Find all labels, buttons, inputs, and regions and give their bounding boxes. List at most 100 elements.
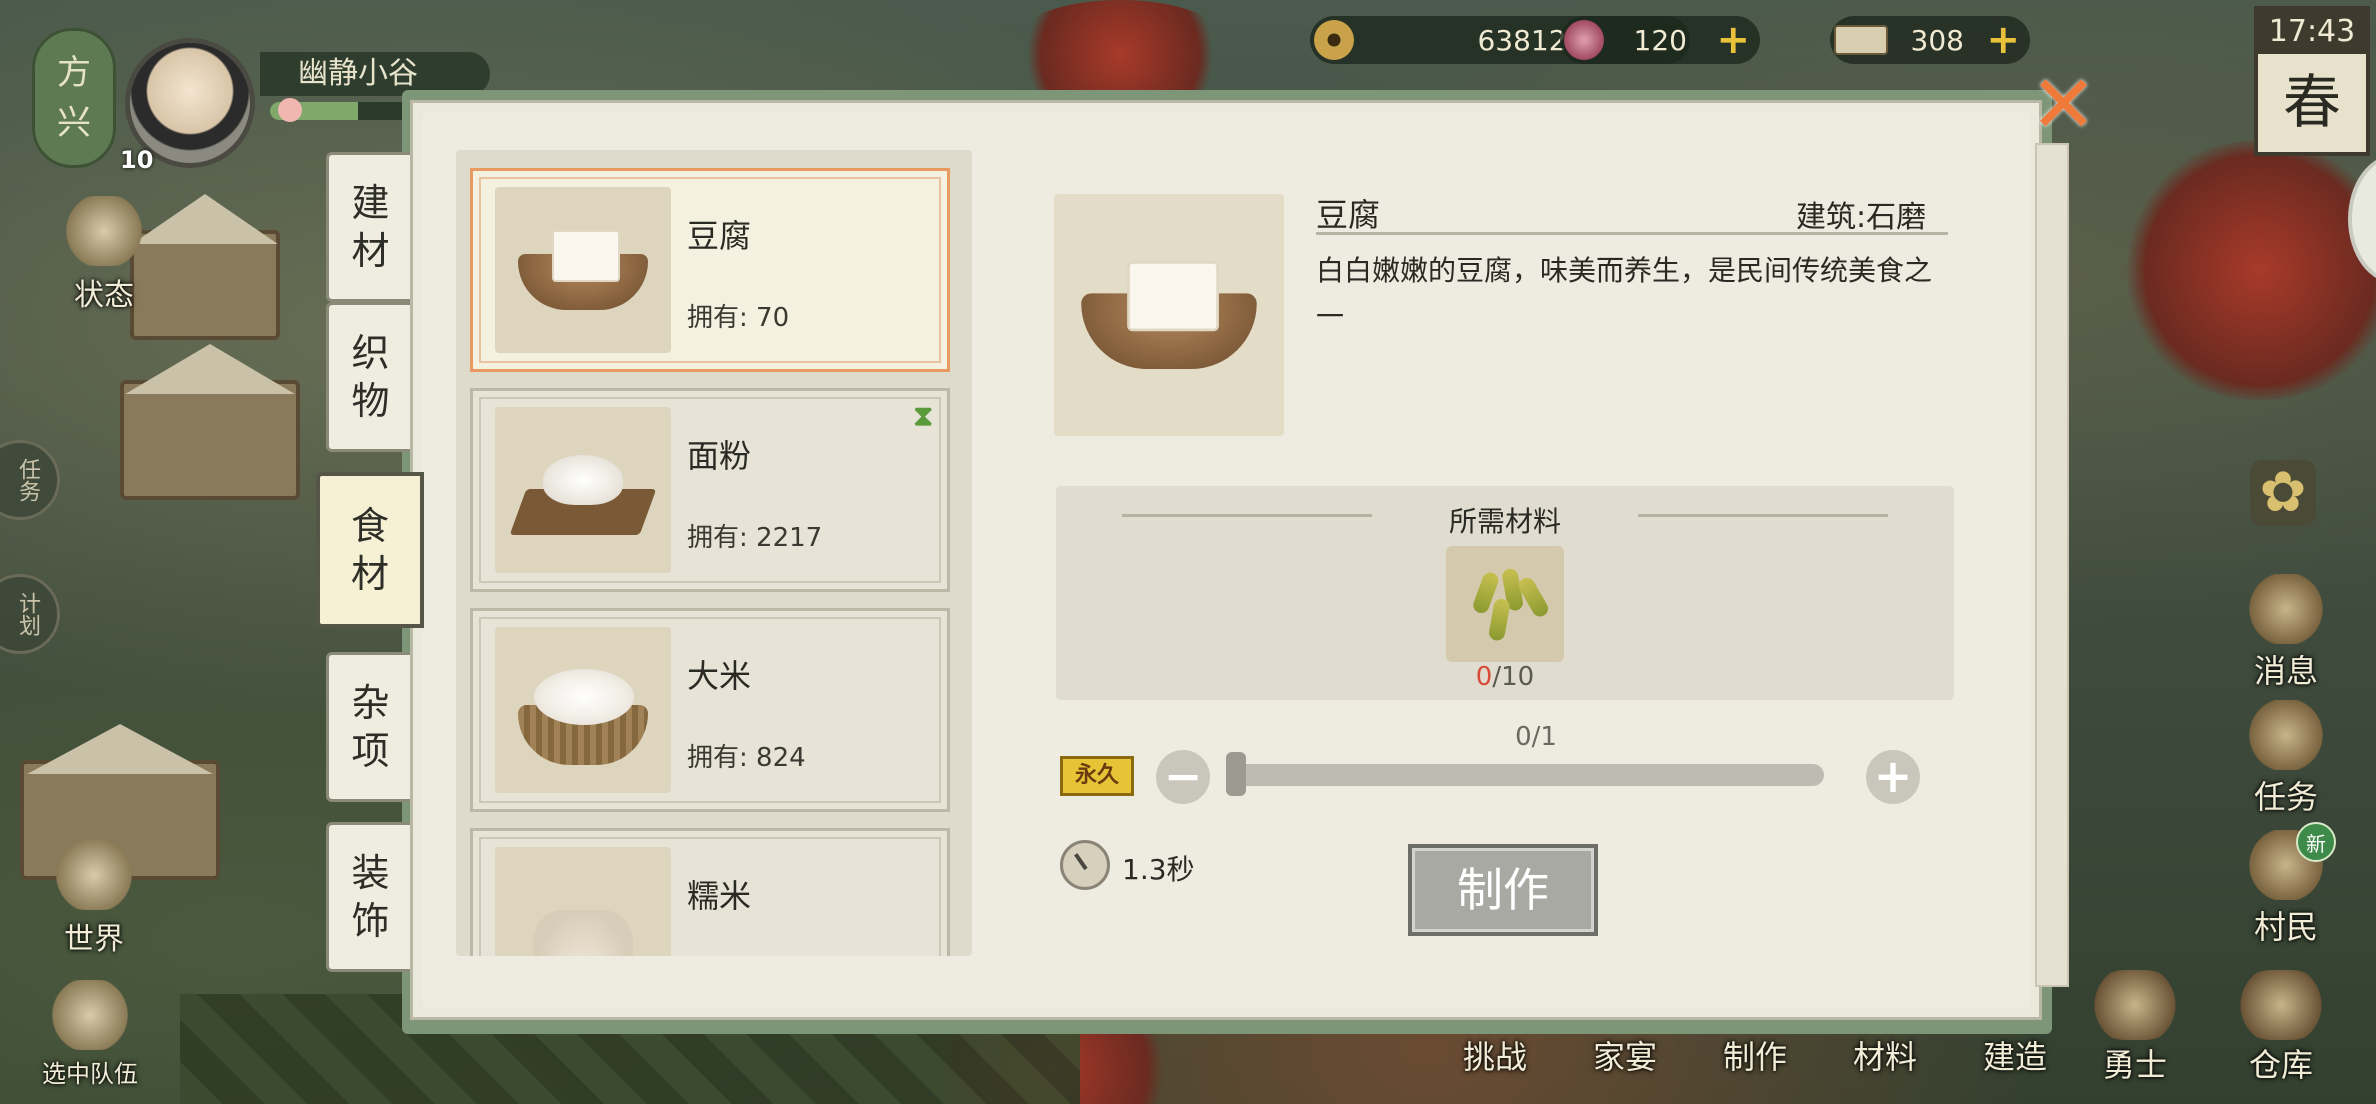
item-name: 豆腐 (687, 217, 752, 255)
warrior-icon (2090, 970, 2180, 1040)
detail-building: 建筑:石磨 (1796, 200, 1927, 235)
ticket-icon (1834, 25, 1888, 55)
tab-char: 织 (351, 331, 390, 375)
hourglass-icon: ⧗ (913, 399, 933, 432)
tab-textiles[interactable]: 织 物 (326, 302, 412, 452)
nav-challenge[interactable]: 挑战 (1460, 1032, 1530, 1078)
bottom-nav: 挑战 家宴 制作 材料 建造 (1460, 1032, 2050, 1078)
status-label: 状态 (74, 278, 134, 313)
tasks-button[interactable]: 任务 (2236, 700, 2336, 818)
game-time: 17:43 (2258, 10, 2366, 54)
red-tree (2120, 140, 2376, 400)
clock-icon (1060, 840, 1110, 890)
tofu-bowl-graphic (1081, 261, 1257, 369)
tofu-icon (495, 187, 671, 353)
list-item-glutinous-rice[interactable]: 糯米 (470, 828, 950, 956)
messages-icon (2248, 574, 2324, 644)
status-icon (64, 196, 144, 266)
tab-building-materials[interactable]: 建 材 (326, 152, 412, 302)
coin-icon (1314, 20, 1354, 60)
decrease-button[interactable]: − (1156, 750, 1210, 804)
required-materials-panel: 所需材料 0/10 (1056, 486, 1954, 700)
rice-icon (495, 627, 671, 793)
tofu-bowl-graphic (518, 230, 648, 310)
nav-craft[interactable]: 制作 (1720, 1032, 1790, 1078)
tab-char: 装 (351, 851, 390, 895)
divider (1316, 232, 1948, 235)
tab-decorations[interactable]: 装 饰 (326, 822, 412, 972)
list-item-rice[interactable]: 大米 拥有: 824 (470, 608, 950, 812)
detail-description: 白白嫩嫩的豆腐，味美而养生，是民间传统美食之一 (1316, 254, 1933, 333)
time-season-box: 17:43 春 (2254, 6, 2370, 156)
rice-graphic (518, 655, 648, 765)
jade-icon (1564, 20, 1604, 60)
warehouse-icon (2236, 970, 2326, 1040)
tab-char: 物 (351, 379, 390, 423)
soybean-icon (1465, 559, 1551, 649)
quantity-slider[interactable] (1232, 764, 1824, 786)
tab-char: 建 (351, 181, 390, 225)
region-badge[interactable]: 方 兴 (32, 28, 116, 168)
tab-char: 杂 (351, 681, 390, 725)
warehouse-button[interactable]: 仓库 (2226, 970, 2336, 1086)
warehouse-label: 仓库 (2248, 1046, 2313, 1084)
world-button[interactable]: 世界 (44, 840, 144, 958)
tab-char: 项 (351, 729, 390, 773)
materials-title: 所需材料 (1448, 505, 1561, 538)
flour-graphic (518, 445, 648, 535)
material-need: /10 (1492, 662, 1535, 692)
tasks-label: 任务 (2253, 778, 2318, 816)
new-badge: 新 (2296, 822, 2336, 862)
detail-tofu-icon (1054, 194, 1284, 436)
nav-feast[interactable]: 家宴 (1590, 1032, 1660, 1078)
tab-misc[interactable]: 杂 项 (326, 652, 412, 802)
list-item-flour[interactable]: 面粉 拥有: 2217 ⧗ (470, 388, 950, 592)
team-icon (50, 980, 130, 1050)
status-button[interactable]: 状态 (54, 196, 154, 314)
craft-button[interactable]: 制作 (1408, 844, 1598, 936)
detail-item-name: 豆腐 (1316, 196, 1381, 234)
list-item-tofu[interactable]: 豆腐 拥有: 70 (470, 168, 950, 372)
jade-counter: 120 + (1560, 16, 1760, 64)
nav-build[interactable]: 建造 (1980, 1032, 2050, 1078)
warriors-button[interactable]: 勇士 (2080, 970, 2190, 1086)
tab-food-ingredients[interactable]: 食 材 (316, 472, 424, 628)
close-button[interactable]: ✕ (2030, 65, 2097, 145)
slider-handle[interactable] (1226, 752, 1246, 796)
increase-button[interactable]: + (1866, 750, 1920, 804)
nav-materials[interactable]: 材料 (1850, 1032, 1920, 1078)
ticket-value: 308 (1910, 23, 1964, 57)
add-ticket-icon[interactable]: + (1986, 20, 2020, 60)
player-level: 10 (120, 146, 154, 174)
tab-char: 材 (351, 229, 390, 273)
item-name: 糯米 (687, 877, 752, 915)
flour-icon (495, 407, 671, 573)
villagers-button[interactable]: 新 村民 (2236, 822, 2336, 948)
world-label: 世界 (64, 922, 124, 957)
scroll-icon (2248, 700, 2324, 770)
item-owned: 拥有: 824 (687, 743, 806, 773)
item-list[interactable]: 豆腐 拥有: 70 面粉 拥有: 2217 ⧗ 大米 拥有: 824 糯米 (456, 150, 972, 956)
world-icon (54, 840, 134, 910)
tab-char: 饰 (351, 899, 390, 943)
material-have: 0 (1475, 662, 1493, 692)
season: 春 (2282, 68, 2341, 136)
glutinous-rice-icon (495, 847, 671, 956)
village-house (120, 380, 300, 500)
region-char: 方 (57, 53, 91, 93)
item-owned: 拥有: 70 (687, 303, 790, 333)
peach-icon (278, 98, 302, 122)
sack-graphic (533, 910, 633, 956)
team-button[interactable]: 选中队伍 (20, 980, 160, 1089)
messages-label: 消息 (2253, 652, 2318, 690)
warriors-label: 勇士 (2102, 1046, 2167, 1084)
player-panel[interactable]: 方 兴 幽静小谷 10 (20, 18, 490, 174)
tab-char: 食 (350, 504, 389, 548)
material-slot-soybean[interactable] (1446, 546, 1564, 662)
tab-char: 材 (350, 552, 389, 596)
messages-button[interactable]: 消息 (2236, 574, 2336, 692)
item-name: 大米 (687, 657, 752, 695)
add-jade-icon[interactable]: + (1716, 20, 1750, 60)
villagers-label: 村民 (2253, 908, 2318, 946)
flower-menu-icon[interactable] (2250, 460, 2316, 526)
